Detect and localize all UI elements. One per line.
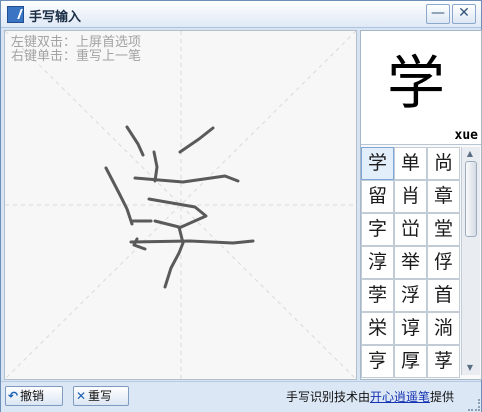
candidate-5[interactable]: 肖 — [394, 180, 427, 213]
minimize-button[interactable]: — — [426, 4, 450, 24]
handwriting-window: 手写输入 — ✕ 左键双击：上屏首选项 右键单击：重写上一笔 学 xue 学 单… — [0, 0, 482, 412]
pen-icon — [7, 6, 24, 23]
credit-suffix: 提供 — [430, 390, 455, 404]
titlebar: 手写输入 — ✕ — [1, 1, 481, 28]
candidate-20[interactable]: 厚 — [394, 345, 427, 378]
window-title: 手写输入 — [29, 10, 82, 25]
rewrite-label: 重写 — [88, 389, 113, 403]
candidate-12[interactable]: 俘 — [427, 246, 460, 279]
candidate-10[interactable]: 淳 — [361, 246, 394, 279]
scroll-down-icon[interactable]: ▼ — [464, 363, 476, 373]
rewrite-button[interactable]: ✕ 重写 — [73, 386, 129, 406]
recognized-preview: 学 xue — [361, 31, 481, 145]
candidate-17[interactable]: 谆 — [394, 312, 427, 345]
resize-grip-icon[interactable] — [468, 399, 480, 411]
stroke-layer — [5, 31, 356, 379]
candidate-2[interactable]: 单 — [394, 147, 427, 180]
candidate-8[interactable]: 峃 — [394, 213, 427, 246]
candidate-6[interactable]: 章 — [427, 180, 460, 213]
candidate-14[interactable]: 浮 — [394, 279, 427, 312]
undo-arrow-icon: ↶ — [7, 389, 19, 403]
candidate-11[interactable]: 举 — [394, 246, 427, 279]
hint-right-click: 右键单击：重写上一笔 — [11, 49, 142, 64]
candidate-16[interactable]: 栄 — [361, 312, 394, 345]
candidate-grid: 学 单 尚 留 肖 章 字 峃 堂 淳 举 俘 茡 浮 首 栄 谆 淌 亨 厚 … — [361, 147, 460, 378]
credit-text: 手写识别技术由开心逍遥笔提供 — [286, 388, 454, 405]
candidate-scrollbar[interactable]: ▲ ▼ — [461, 147, 480, 375]
candidate-13[interactable]: 茡 — [361, 279, 394, 312]
candidate-15[interactable]: 首 — [427, 279, 460, 312]
credit-link[interactable]: 开心逍遥笔 — [370, 390, 430, 404]
candidate-21[interactable]: 莩 — [427, 345, 460, 378]
candidate-panel: 学 xue 学 单 尚 留 肖 章 字 峃 堂 淳 举 俘 茡 浮 首 栄 谆 … — [360, 30, 482, 380]
preview-character: 学 — [387, 49, 446, 117]
writing-canvas[interactable]: 左键双击：上屏首选项 右键单击：重写上一笔 — [4, 30, 357, 380]
scroll-up-icon[interactable]: ▲ — [464, 149, 476, 159]
undo-label: 撤销 — [20, 389, 45, 403]
candidate-4[interactable]: 留 — [361, 180, 394, 213]
credit-prefix: 手写识别技术由 — [286, 390, 371, 404]
scroll-thumb[interactable] — [465, 161, 477, 237]
candidate-3[interactable]: 尚 — [427, 147, 460, 180]
close-button[interactable]: ✕ — [452, 4, 476, 24]
preview-pinyin: xue — [454, 128, 478, 143]
candidate-18[interactable]: 淌 — [427, 312, 460, 345]
candidate-9[interactable]: 堂 — [427, 213, 460, 246]
candidate-19[interactable]: 亨 — [361, 345, 394, 378]
undo-button[interactable]: ↶ 撤销 — [5, 386, 63, 406]
candidate-1[interactable]: 学 — [361, 147, 394, 180]
candidate-7[interactable]: 字 — [361, 213, 394, 246]
clear-x-icon: ✕ — [75, 389, 87, 403]
status-bar: ↶ 撤销 ✕ 重写 手写识别技术由开心逍遥笔提供 — [1, 381, 481, 412]
